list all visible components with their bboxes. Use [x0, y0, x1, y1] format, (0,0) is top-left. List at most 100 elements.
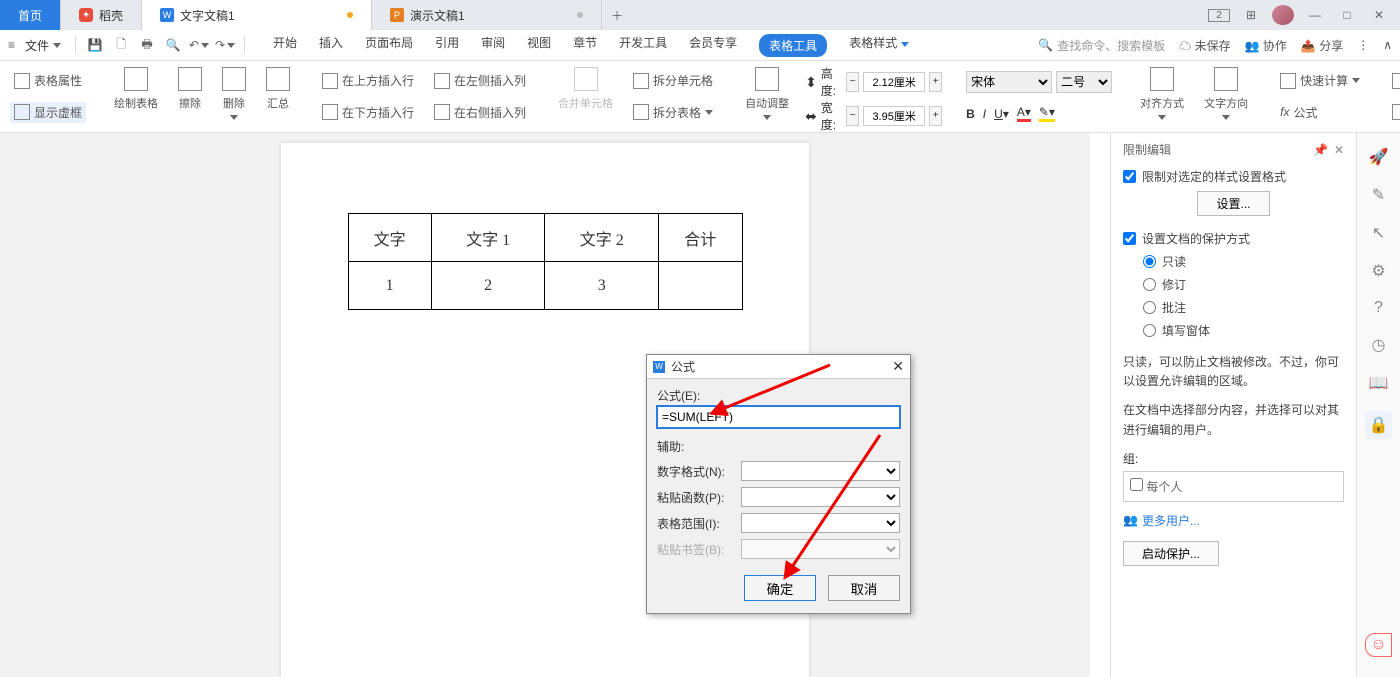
insert-col-left-button[interactable]: 在左侧插入列: [430, 70, 530, 91]
split-table-button[interactable]: 拆分表格: [629, 102, 717, 123]
quick-calc-button[interactable]: 快速计算: [1276, 70, 1364, 91]
menu-insert[interactable]: 插入: [319, 34, 343, 57]
menu-icon[interactable]: ≡: [8, 38, 15, 52]
print-icon[interactable]: 🖶: [136, 34, 158, 56]
title-row-button[interactable]: 标题行重: [1388, 70, 1400, 91]
menu-table-style[interactable]: 表格样式: [849, 34, 908, 57]
width-inc[interactable]: +: [929, 106, 942, 126]
font-color-button[interactable]: A▾: [1017, 105, 1031, 122]
protect-mode-checkbox[interactable]: 设置文档的保护方式: [1123, 230, 1344, 247]
unsaved-status[interactable]: ☁ 未保存: [1179, 37, 1230, 54]
convert-button[interactable]: 转换成: [1388, 102, 1400, 123]
text-dir-button[interactable]: 文字方向: [1198, 65, 1254, 128]
menu-view[interactable]: 视图: [527, 34, 551, 57]
insert-row-above-button[interactable]: 在上方插入行: [318, 70, 418, 91]
panel-close-icon[interactable]: ✕: [1334, 143, 1344, 157]
tab-docke[interactable]: ✦ 稻壳: [61, 0, 142, 30]
height-input[interactable]: [863, 72, 925, 92]
more-users-link[interactable]: 👥更多用户...: [1123, 512, 1344, 529]
radio-readonly[interactable]: 只读: [1143, 253, 1344, 270]
width-dec[interactable]: −: [846, 106, 859, 126]
pin-icon[interactable]: 📌: [1313, 143, 1328, 157]
tab-home[interactable]: 首页: [0, 0, 61, 30]
autofit-button[interactable]: 自动调整: [739, 65, 795, 128]
italic-button[interactable]: I: [983, 107, 986, 121]
rocket-icon[interactable]: 🚀: [1369, 147, 1389, 167]
menu-layout[interactable]: 页面布局: [365, 34, 413, 57]
show-frame-button[interactable]: 显示虚框: [10, 102, 86, 123]
cancel-button[interactable]: 取消: [828, 575, 900, 601]
lock-icon[interactable]: 🔒: [1365, 411, 1393, 439]
table-cell[interactable]: 文字: [348, 214, 431, 262]
underline-button[interactable]: U▾: [994, 107, 1009, 121]
pen-icon[interactable]: ✎: [1372, 185, 1385, 205]
sliders-icon[interactable]: ⚙: [1371, 261, 1385, 281]
height-inc[interactable]: +: [929, 72, 942, 92]
clock-icon[interactable]: ◷: [1372, 335, 1386, 355]
redo-button[interactable]: ↷: [214, 34, 236, 56]
help-icon[interactable]: ?: [1374, 299, 1383, 317]
numfmt-select[interactable]: [741, 461, 900, 481]
group-box[interactable]: 每个人: [1123, 471, 1344, 502]
tab-pres1[interactable]: P 演示文稿1: [372, 0, 602, 30]
delete-button[interactable]: 删除: [216, 65, 252, 128]
table-range-select[interactable]: [741, 513, 900, 533]
menu-start[interactable]: 开始: [273, 34, 297, 57]
close-button[interactable]: ✕: [1368, 8, 1390, 22]
font-select[interactable]: 宋体: [966, 71, 1052, 93]
file-menu[interactable]: 文件: [19, 37, 67, 54]
more-icon[interactable]: ⋮: [1357, 38, 1369, 52]
width-input[interactable]: [863, 106, 925, 126]
table-cell[interactable]: 1: [348, 262, 431, 310]
table-cell[interactable]: 3: [545, 262, 659, 310]
maximize-button[interactable]: □: [1336, 8, 1358, 22]
bold-button[interactable]: B: [966, 107, 975, 121]
cursor-icon[interactable]: ↖: [1372, 223, 1385, 243]
coop-button[interactable]: 👥 协作: [1245, 37, 1287, 54]
radio-comment[interactable]: 批注: [1143, 299, 1344, 316]
window-count-badge[interactable]: 2: [1208, 9, 1230, 22]
dialog-close-button[interactable]: ✕: [892, 358, 904, 375]
table-cell[interactable]: 2: [431, 262, 545, 310]
book-icon[interactable]: 📖: [1369, 373, 1389, 393]
split-cell-button[interactable]: 拆分单元格: [629, 70, 717, 91]
preview-icon[interactable]: 🔍: [162, 34, 184, 56]
undo-button[interactable]: ↶: [188, 34, 210, 56]
apps-icon[interactable]: ⊞: [1240, 8, 1262, 22]
table-props-button[interactable]: 表格属性: [10, 70, 86, 91]
highlight-button[interactable]: ✎▾: [1039, 105, 1055, 122]
radio-track[interactable]: 修订: [1143, 276, 1344, 293]
new-tab-button[interactable]: ＋: [602, 0, 632, 30]
print-preview-icon[interactable]: 🗋: [110, 34, 132, 56]
document-table[interactable]: 文字 文字 1 文字 2 合计 1 2 3: [348, 213, 743, 310]
menu-table-tool[interactable]: 表格工具: [759, 34, 827, 57]
emoji-icon[interactable]: ☺: [1365, 633, 1391, 657]
table-cell[interactable]: 文字 2: [545, 214, 659, 262]
menu-review[interactable]: 审阅: [481, 34, 505, 57]
sum-button[interactable]: 汇总: [260, 65, 296, 128]
menu-member[interactable]: 会员专享: [689, 34, 737, 57]
align-button[interactable]: 对齐方式: [1134, 65, 1190, 128]
insert-row-below-button[interactable]: 在下方插入行: [318, 102, 418, 123]
paste-fn-select[interactable]: [741, 487, 900, 507]
menu-chapter[interactable]: 章节: [573, 34, 597, 57]
start-protect-button[interactable]: 启动保护...: [1123, 541, 1219, 566]
ok-button[interactable]: 确定: [744, 575, 816, 601]
avatar[interactable]: [1272, 5, 1294, 25]
minimize-button[interactable]: —: [1304, 8, 1326, 22]
height-dec[interactable]: −: [846, 72, 859, 92]
document-area[interactable]: 文字 文字 1 文字 2 合计 1 2 3: [0, 133, 1090, 677]
radio-form[interactable]: 填写窗体: [1143, 322, 1344, 339]
restrict-style-checkbox[interactable]: 限制对选定的样式设置格式: [1123, 168, 1344, 185]
search-input[interactable]: 🔍 查找命令、搜索模板: [1038, 37, 1165, 54]
tab-doc1[interactable]: W 文字文稿1: [142, 0, 372, 30]
collapse-ribbon-icon[interactable]: ∧: [1383, 38, 1392, 52]
table-cell[interactable]: 文字 1: [431, 214, 545, 262]
draw-table-button[interactable]: 绘制表格: [108, 65, 164, 128]
formula-input[interactable]: [657, 406, 900, 428]
table-cell[interactable]: 合计: [659, 214, 742, 262]
save-icon[interactable]: 💾: [84, 34, 106, 56]
table-cell[interactable]: [659, 262, 742, 310]
menu-ref[interactable]: 引用: [435, 34, 459, 57]
insert-col-right-button[interactable]: 在右侧插入列: [430, 102, 530, 123]
